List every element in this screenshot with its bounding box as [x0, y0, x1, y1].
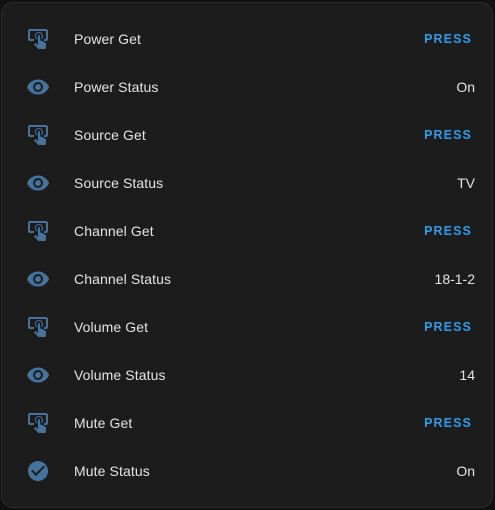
- row-volume-get[interactable]: Volume Get PRESS: [2, 303, 492, 351]
- row-label: Source Status: [74, 175, 164, 191]
- row-label: Source Get: [74, 127, 146, 143]
- status-value: On: [456, 463, 475, 479]
- row-source-get[interactable]: Source Get PRESS: [2, 111, 492, 159]
- eye-icon: [26, 75, 50, 99]
- press-button[interactable]: PRESS: [424, 220, 472, 242]
- check-circle-icon: [26, 459, 50, 483]
- row-label: Power Status: [74, 79, 159, 95]
- row-mute-get[interactable]: Mute Get PRESS: [2, 399, 492, 447]
- row-label: Volume Status: [74, 367, 166, 383]
- row-label: Volume Get: [74, 319, 149, 335]
- row-power-get[interactable]: Power Get PRESS: [2, 15, 492, 63]
- row-channel-status[interactable]: Channel Status 18-1-2: [2, 255, 492, 303]
- press-button[interactable]: PRESS: [424, 412, 472, 434]
- entities-card: Power Get PRESS Power Status On Source G…: [1, 2, 493, 508]
- row-volume-status[interactable]: Volume Status 14: [2, 351, 492, 399]
- row-label: Channel Get: [74, 223, 154, 239]
- row-power-status[interactable]: Power Status On: [2, 63, 492, 111]
- eye-icon: [26, 171, 50, 195]
- row-channel-get[interactable]: Channel Get PRESS: [2, 207, 492, 255]
- gesture-tap-button-icon: [26, 219, 50, 243]
- status-value: 14: [459, 367, 475, 383]
- eye-icon: [26, 267, 50, 291]
- row-label: Channel Status: [74, 271, 172, 287]
- eye-icon: [26, 363, 50, 387]
- press-button[interactable]: PRESS: [424, 124, 472, 146]
- press-button[interactable]: PRESS: [424, 28, 472, 50]
- gesture-tap-button-icon: [26, 315, 50, 339]
- status-value: On: [456, 79, 475, 95]
- row-label: Power Get: [74, 31, 142, 47]
- gesture-tap-button-icon: [26, 123, 50, 147]
- status-value: TV: [457, 175, 475, 191]
- gesture-tap-button-icon: [26, 411, 50, 435]
- row-label: Mute Get: [74, 415, 133, 431]
- press-button[interactable]: PRESS: [424, 316, 472, 338]
- row-label: Mute Status: [74, 463, 150, 479]
- status-value: 18-1-2: [434, 271, 475, 287]
- gesture-tap-button-icon: [26, 27, 50, 51]
- row-mute-status[interactable]: Mute Status On: [2, 447, 492, 495]
- row-source-status[interactable]: Source Status TV: [2, 159, 492, 207]
